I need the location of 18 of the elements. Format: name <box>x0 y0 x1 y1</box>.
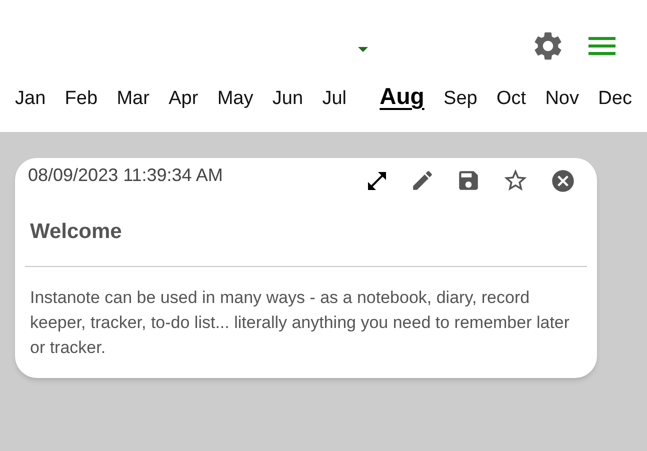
month-tab[interactable]: Jul <box>322 87 346 111</box>
month-tab[interactable]: Aug <box>380 82 424 111</box>
month-tab[interactable]: Mar <box>116 87 150 111</box>
edit-icon[interactable] <box>410 168 435 193</box>
month-tab[interactable]: Sep <box>444 87 478 111</box>
month-tab[interactable]: Nov <box>545 87 579 111</box>
month-tab[interactable]: Jan <box>15 87 46 111</box>
note-body: Instanote can be used in many ways - as a notebook, diary, record keeper, tracker, to-do list... literally anything you need to remember later or tracker. <box>30 286 571 358</box>
save-icon[interactable] <box>456 168 481 193</box>
note-title: Welcome <box>30 219 123 245</box>
month-tab[interactable]: Dec <box>598 87 632 111</box>
month-tab[interactable]: Jun <box>272 87 304 111</box>
month-tab[interactable]: Apr <box>168 87 198 111</box>
month-tab[interactable]: Feb <box>64 87 98 111</box>
close-icon[interactable] <box>550 168 576 194</box>
month-tab[interactable]: May <box>217 87 254 111</box>
note-timestamp: 08/09/2023 11:39:34 AM <box>28 164 224 187</box>
month-tab[interactable]: Oct <box>496 87 526 111</box>
